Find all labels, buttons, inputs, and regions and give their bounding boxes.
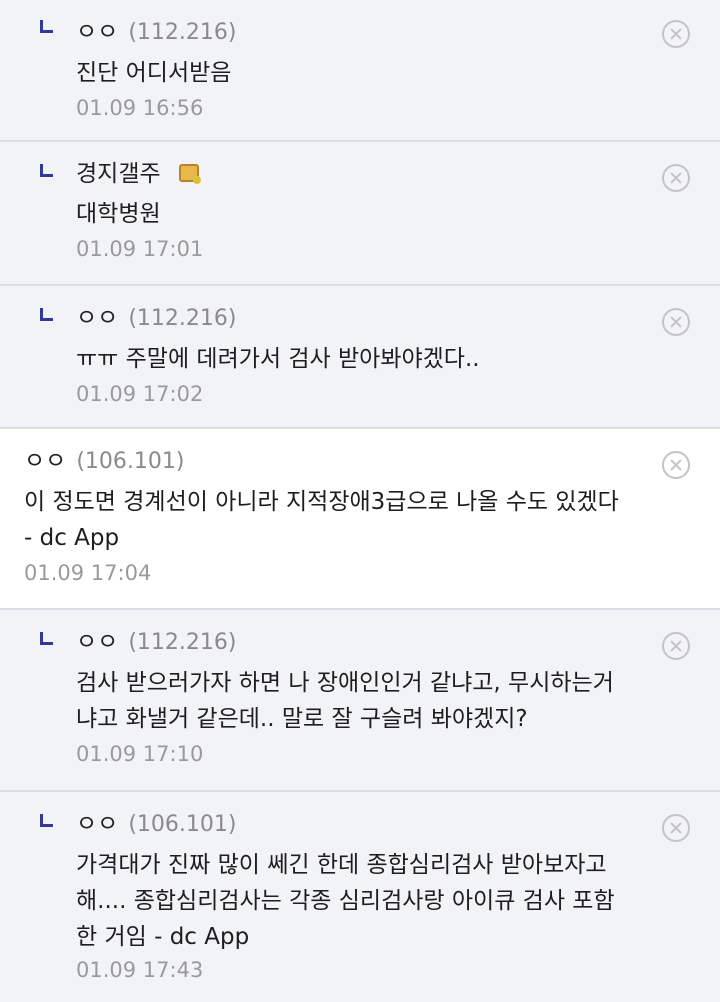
- comment-text: ㅠㅠ 주말에 데려가서 검사 받아봐야겠다..: [76, 346, 480, 372]
- comment-text: 진단 어디서받음: [76, 60, 232, 86]
- comment-date: 01.09 17:04: [24, 561, 152, 585]
- comment-author: 경지갤주: [76, 158, 650, 190]
- nickname[interactable]: 경지갤주: [76, 161, 161, 187]
- comment-list: ㅇㅇ (112.216) 진단 어디서받음 01.09 16:56 경지갤주 대학…: [0, 0, 720, 1002]
- nickname[interactable]: ㅇㅇ: [76, 629, 118, 655]
- ip-address: (106.101): [76, 449, 185, 474]
- comment-text: 가격대가 진짜 많이 쎄긴 한데 종합심리검사 받아보자고 해.... 종합심리…: [76, 852, 615, 950]
- comment-date: 01.09 17:10: [76, 742, 204, 766]
- comment-reply: ㅇㅇ (112.216) ㅠㅠ 주말에 데려가서 검사 받아봐야겠다.. 01.0…: [0, 286, 720, 429]
- comment-date: 01.09 17:01: [76, 237, 204, 261]
- nickname[interactable]: ㅇㅇ: [24, 448, 66, 474]
- comment-author: ㅇㅇ (106.101): [24, 445, 650, 478]
- comment-author: ㅇㅇ (112.216): [76, 16, 650, 49]
- gallery-manager-badge-icon: [178, 164, 201, 184]
- comment-author: ㅇㅇ (112.216): [76, 626, 650, 659]
- nickname[interactable]: ㅇㅇ: [76, 811, 118, 837]
- ip-address: (106.101): [128, 812, 237, 837]
- nickname[interactable]: ㅇㅇ: [76, 305, 118, 331]
- comment-reply: ㅇㅇ (112.216) 검사 받으러가자 하면 나 장애인인거 같냐고, 무시하…: [0, 610, 720, 792]
- nickname[interactable]: ㅇㅇ: [76, 19, 118, 45]
- comment-author: ㅇㅇ (106.101): [76, 808, 650, 841]
- comment-text: 대학병원: [76, 201, 161, 227]
- comment-top-level: ㅇㅇ (106.101) 이 정도면 경계선이 아니라 지적장애3급으로 나올 수…: [0, 429, 720, 610]
- ip-address: (112.216): [128, 20, 237, 45]
- comment-text: 이 정도면 경계선이 아니라 지적장애3급으로 나올 수도 있겠다 - dc A…: [24, 489, 619, 551]
- comment-date: 01.09 16:56: [76, 96, 204, 120]
- comment-reply: ㅇㅇ (106.101) 가격대가 진짜 많이 쎄긴 한데 종합심리검사 받아보자…: [0, 792, 720, 1002]
- comment-author: ㅇㅇ (112.216): [76, 302, 650, 335]
- ip-address: (112.216): [128, 306, 237, 331]
- ip-address: (112.216): [128, 630, 237, 655]
- comment-date: 01.09 17:02: [76, 382, 204, 406]
- comment-reply: ㅇㅇ (112.216) 진단 어디서받음 01.09 16:56: [0, 0, 720, 142]
- comment-text: 검사 받으러가자 하면 나 장애인인거 같냐고, 무시하는거 냐고 화낼거 같은…: [76, 670, 614, 732]
- comment-date: 01.09 17:43: [76, 958, 204, 982]
- comment-reply: 경지갤주 대학병원 01.09 17:01: [0, 142, 720, 286]
